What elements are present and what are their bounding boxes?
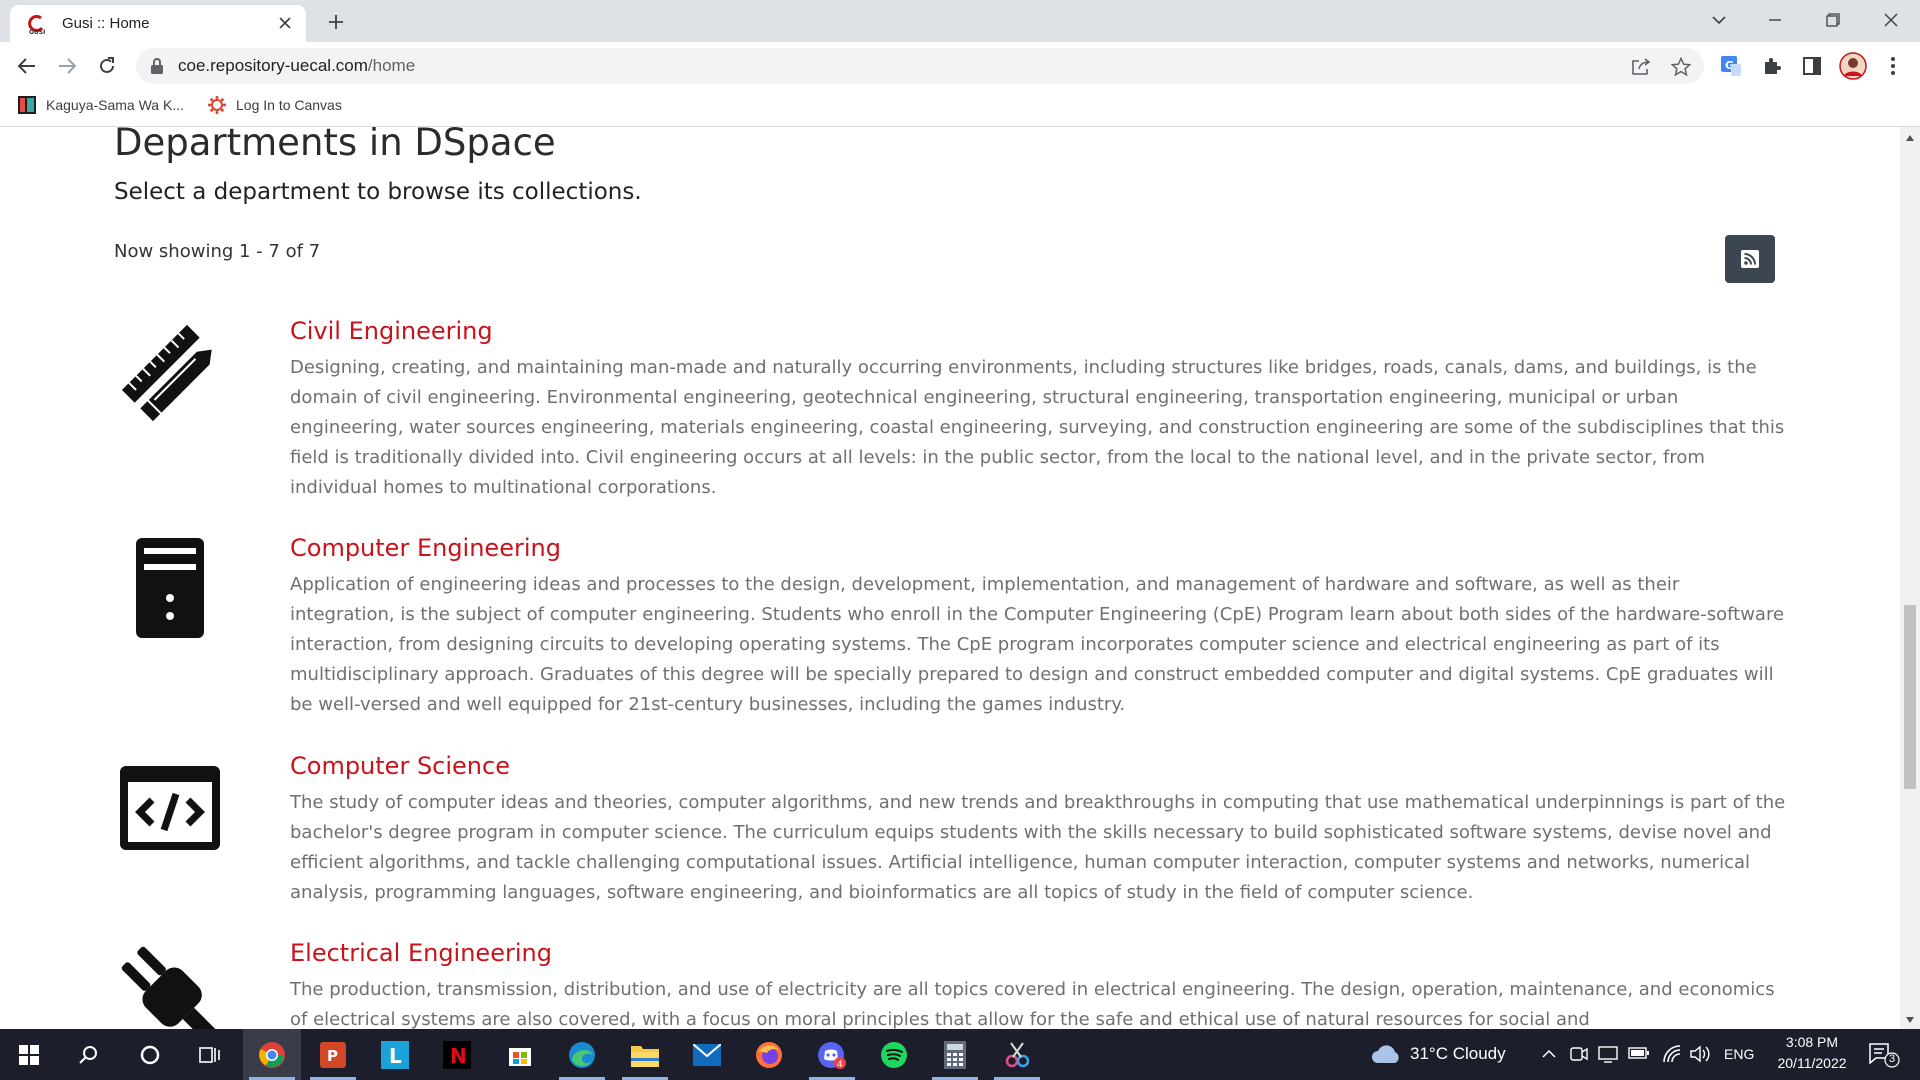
calculator-icon[interactable]: [926, 1029, 984, 1080]
url-domain: coe.repository-uecal.com: [178, 56, 368, 75]
new-tab-icon[interactable]: [322, 8, 350, 36]
close-window-icon[interactable]: [1876, 6, 1906, 34]
tab-strip: GUSI Gusi :: Home: [0, 0, 1920, 42]
forward-arrow-icon[interactable]: [52, 51, 82, 81]
bookmark-label: Log In to Canvas: [236, 97, 342, 113]
cloudy-weather-icon: [1372, 1045, 1399, 1063]
svg-text:GUSI: GUSI: [29, 29, 45, 35]
microsoft-store-icon[interactable]: [491, 1029, 549, 1080]
chrome-taskbar-icon[interactable]: [243, 1029, 301, 1080]
tab-title: Gusi :: Home: [62, 15, 150, 32]
windows-taskbar: P L N 4 31°C Cloudy ENG 3:08 PM 20/11/20…: [0, 1029, 1920, 1080]
chrome-menu-icon[interactable]: [1878, 51, 1908, 81]
cortana-icon[interactable]: [121, 1029, 179, 1080]
display-icon[interactable]: [1598, 1044, 1618, 1064]
edge-icon[interactable]: [553, 1029, 611, 1080]
wifi-icon[interactable]: [1662, 1044, 1682, 1064]
back-arrow-icon[interactable]: [12, 51, 42, 81]
address-bar[interactable]: coe.repository-uecal.com/home: [136, 48, 1704, 84]
notifications-icon[interactable]: [1868, 1042, 1900, 1068]
scroll-thumb[interactable]: [1904, 605, 1916, 789]
department-title-link[interactable]: Civil Engineering: [290, 317, 493, 345]
profile-avatar[interactable]: [1838, 51, 1868, 81]
bookmark-label: Kaguya-Sama Wa K...: [46, 97, 184, 113]
manga-icon: [18, 96, 36, 114]
discord-icon[interactable]: 4: [803, 1029, 861, 1080]
clock-date[interactable]: 20/11/2022: [1768, 1055, 1856, 1071]
snipping-tool-icon[interactable]: [988, 1029, 1046, 1080]
gusi-favicon-icon: GUSI: [28, 15, 45, 35]
google-translate-icon[interactable]: G: [1716, 51, 1746, 81]
search-icon[interactable]: [60, 1029, 118, 1080]
restore-icon[interactable]: [1818, 6, 1848, 34]
show-hidden-icons-chevron-icon[interactable]: [1542, 1049, 1556, 1058]
notification-count: 3: [1889, 1053, 1896, 1065]
bookmarks-bar: Kaguya-Sama Wa K... Log In to Canvas: [0, 88, 1920, 127]
extensions-puzzle-icon[interactable]: [1757, 51, 1787, 81]
code-window-icon: [120, 766, 220, 850]
page-content: Departments in DSpace Select a departmen…: [0, 127, 1900, 1029]
department-title-link[interactable]: Electrical Engineering: [290, 939, 552, 967]
url-path: /home: [367, 56, 416, 75]
plug-icon: [121, 946, 216, 1029]
close-tab-icon[interactable]: [274, 12, 296, 34]
browser-toolbar: coe.repository-uecal.com/home G: [0, 42, 1920, 88]
battery-icon[interactable]: [1628, 1046, 1650, 1060]
department-description: The study of computer ideas and theories…: [290, 792, 1786, 903]
rss-icon: [1741, 250, 1759, 268]
svg-text:N: N: [450, 1044, 467, 1068]
bookmark-canvas[interactable]: Log In to Canvas: [208, 96, 342, 114]
svg-text:L: L: [389, 1044, 402, 1068]
department-title-link[interactable]: Computer Science: [290, 752, 510, 780]
l-app-icon[interactable]: L: [366, 1029, 424, 1080]
bookmark-kaguya[interactable]: Kaguya-Sama Wa K...: [18, 96, 184, 114]
share-icon[interactable]: [1628, 54, 1654, 80]
page-subtitle: Select a department to browse its collec…: [114, 179, 642, 205]
mail-icon[interactable]: [678, 1029, 736, 1080]
department-description: The production, transmission, distributi…: [290, 979, 1775, 1029]
svg-text:4: 4: [837, 1060, 843, 1069]
firefox-icon[interactable]: [740, 1029, 798, 1080]
scroll-down-arrow-icon[interactable]: [1906, 1017, 1914, 1023]
tab-search-chevron-icon[interactable]: [1704, 6, 1734, 34]
clock-time[interactable]: 3:08 PM: [1782, 1034, 1842, 1050]
department-description: Designing, creating, and maintaining man…: [290, 357, 1785, 498]
url-text: coe.repository-uecal.com/home: [178, 56, 415, 76]
browser-tab[interactable]: GUSI Gusi :: Home: [10, 5, 306, 42]
windows-start-icon[interactable]: [0, 1029, 58, 1080]
task-view-icon[interactable]: [181, 1029, 239, 1080]
spotify-icon[interactable]: [865, 1029, 923, 1080]
side-panel-icon[interactable]: [1797, 51, 1827, 81]
canvas-icon: [208, 96, 226, 114]
meet-now-icon[interactable]: [1570, 1044, 1588, 1064]
svg-text:P: P: [327, 1047, 338, 1065]
computer-tower-icon: [136, 538, 204, 638]
bookmark-star-icon[interactable]: [1668, 54, 1694, 80]
rss-feed-button[interactable]: [1725, 235, 1775, 283]
scroll-up-arrow-icon[interactable]: [1906, 135, 1914, 141]
department-description: Application of engineering ideas and pro…: [290, 574, 1785, 715]
netflix-icon[interactable]: N: [428, 1029, 486, 1080]
department-title-link[interactable]: Computer Engineering: [290, 534, 561, 562]
lock-icon: [151, 58, 163, 74]
powerpoint-icon[interactable]: P: [304, 1029, 362, 1080]
weather-text[interactable]: 31°C Cloudy: [1410, 1044, 1506, 1064]
minimize-icon[interactable]: [1760, 6, 1790, 34]
page-title: Departments in DSpace: [114, 127, 556, 164]
page-scrollbar[interactable]: [1900, 127, 1920, 1029]
volume-icon[interactable]: [1690, 1044, 1712, 1064]
input-language[interactable]: ENG: [1724, 1046, 1754, 1062]
file-explorer-icon[interactable]: [616, 1029, 674, 1080]
reload-icon[interactable]: [92, 51, 122, 81]
ruler-pencil-icon: [121, 324, 212, 422]
results-count: Now showing 1 - 7 of 7: [114, 241, 321, 262]
